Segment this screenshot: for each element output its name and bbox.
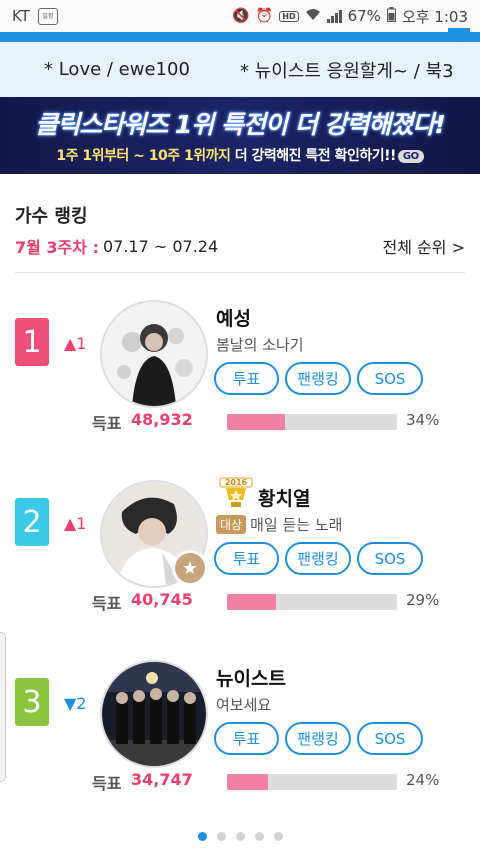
trophy-year: 2016 [224,478,248,487]
vote-share-percent: 29% [406,591,440,609]
sos-button[interactable]: SOS [357,362,423,395]
page-indicator [0,832,480,841]
trophy-icon: 2016 [216,476,256,510]
header-accent-bar [0,32,480,42]
rank-change: ▼2 [64,694,87,713]
vote-label: 득표 [92,774,122,793]
week-label: 7월 3주차 : [15,238,99,257]
ranking-entry[interactable]: 2 ▲1 ★ 2016 황치열 대상 매일 듣는 노래 투표 팬랭킹 SOS 득표… [0,466,480,646]
banner-title: 클릭스타워즈 1위 특전이 더 강력해졌다! [35,110,446,139]
song-title: 여보세요 [216,696,272,714]
divider [15,272,465,273]
artist-avatar[interactable] [100,660,208,768]
hd-icon: HD [279,10,299,22]
artist-name: 예성 [216,308,251,330]
signal-icon [326,9,342,23]
rank-change: ▲1 [64,514,87,533]
vote-share-fill [227,414,285,430]
artist-name: 뉴이스트 [216,668,286,690]
rank-change: ▲1 [64,334,87,353]
calendar-notification-icon: 일정 [37,7,58,25]
ticker-item[interactable]: * Love / ewe100 [44,59,190,80]
vote-row: 득표 48,932 34% [0,408,480,433]
battery-level: 67% [347,7,381,25]
go-badge[interactable]: GO [397,150,424,163]
fan-ranking-button[interactable]: 팬랭킹 [285,362,351,395]
section-title: 가수 랭킹 [15,206,88,227]
action-buttons: 투표 팬랭킹 SOS [214,542,423,575]
artist-avatar[interactable] [100,300,208,408]
rank-number: 3 [15,678,49,726]
song-line: 대상 매일 듣는 노래 [216,514,342,535]
vote-share-bar [227,774,397,790]
sos-button[interactable]: SOS [357,542,423,575]
action-buttons: 투표 팬랭킹 SOS [214,362,423,395]
song-title: 매일 듣는 노래 [250,516,343,534]
vote-share-fill [227,774,268,790]
vote-button[interactable]: 투표 [214,542,279,575]
banner-subtitle-highlight: 1주 1위부터 ~ 10주 1위까지 [56,148,231,164]
vote-share-percent: 34% [406,411,440,429]
page-dot[interactable] [235,832,245,841]
week-range: 07.17 ~ 07.24 [102,236,219,256]
ranking-entry[interactable]: 3 ▼2 뉴이스트 여보세요 투표 팬랭킹 SOS 득표 34,747 24% [0,646,480,826]
page-dot[interactable] [197,832,207,841]
vote-share-bar [227,414,397,430]
banner-subtitle-text: 더 강력해진 특전 확인하기!! [230,148,397,164]
banner-subtitle: 1주 1위부터 ~ 10주 1위까지 더 강력해진 특전 확인하기!! GO [0,145,480,165]
vote-label: 득표 [92,414,122,433]
clock: 오후 1:03 [401,7,468,26]
vote-count: 48,932 [131,410,193,429]
grand-prize-badge: 대상 [216,515,247,534]
vote-label: 득표 [92,594,122,613]
status-bar: KT 일정 🔇 ⏰ HD 67% 오후 1:03 [0,0,480,32]
sos-button[interactable]: SOS [357,722,423,755]
alarm-icon: ⏰ [255,8,274,24]
vote-share-fill [227,594,277,610]
cheer-message-ticker[interactable]: * Love / ewe100 * 뉴이스트 응원할게~ / 북3 [0,42,480,97]
ranking-entry[interactable]: 1 ▲1 예성 봄날의 소나기 투표 팬랭킹 SOS 득표 48,932 34% [0,286,480,466]
vote-count: 34,747 [131,770,193,789]
vote-button[interactable]: 투표 [214,722,279,755]
vote-share-percent: 24% [406,771,440,789]
week-row: 7월 3주차 : 07.17 ~ 07.24 전체 순위 > [15,234,465,258]
vote-row: 득표 40,745 29% [0,588,480,613]
fan-ranking-button[interactable]: 팬랭킹 [285,542,351,575]
song-title: 봄날의 소나기 [216,336,304,354]
side-drawer-handle[interactable] [0,632,6,782]
rank-number: 2 [15,498,49,546]
vote-button[interactable]: 투표 [214,362,279,395]
wifi-icon [305,7,321,25]
carrier-label: KT [12,7,30,25]
vote-row: 득표 34,747 24% [0,768,480,793]
page-dot[interactable] [254,832,264,841]
page-dot[interactable] [216,832,226,841]
vote-count: 40,745 [131,590,193,609]
notification-text: 일정 [42,12,54,20]
promo-banner[interactable]: 클릭스타워즈 1위 특전이 더 강력해졌다! 1주 1위부터 ~ 10주 1위까… [0,97,480,174]
artist-name: 황치열 [258,488,311,510]
vote-share-bar [227,594,397,610]
award-star-icon: ★ [172,550,208,586]
ticker-item[interactable]: * 뉴이스트 응원할게~ / 북3 [240,57,454,83]
mute-icon: 🔇 [232,8,250,24]
page-dot[interactable] [273,832,283,841]
fan-ranking-button[interactable]: 팬랭킹 [285,722,351,755]
rank-number: 1 [15,318,49,366]
action-buttons: 투표 팬랭킹 SOS [214,722,423,755]
battery-icon [386,6,396,26]
full-ranking-link[interactable]: 전체 순위 > [383,234,465,258]
